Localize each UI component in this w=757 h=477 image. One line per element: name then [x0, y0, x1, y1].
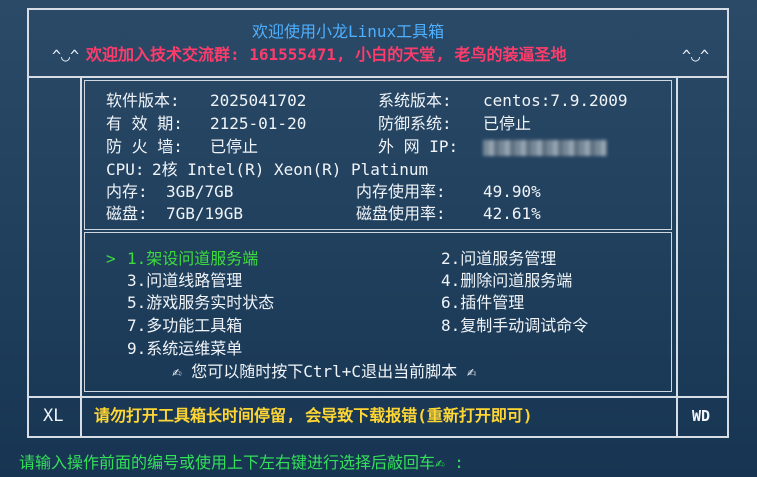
menu-item-8[interactable]: 8.复制手动调试命令 — [441, 316, 588, 336]
external-ip-label: 外 网 IP: — [378, 137, 459, 156]
left-smiley-deco: ^◡^ — [52, 47, 80, 65]
menu-item-9[interactable]: 9.系统运维菜单 — [127, 339, 242, 359]
memory-usage-value: 49.90% — [483, 182, 541, 201]
disk-value: 7GB/19GB — [166, 204, 244, 223]
disk-usage-value: 42.61% — [483, 204, 541, 223]
wd-logo: WD — [692, 407, 711, 425]
menu-item-3[interactable]: 3.问道线路管理 — [127, 271, 242, 291]
cpu-label: CPU: — [106, 160, 145, 179]
memory-usage-label: 内存使用率: — [356, 182, 446, 201]
software-version-value: 2025041702 — [210, 91, 307, 110]
expiry-value: 2125-01-20 — [210, 114, 307, 133]
memory-label: 内存: — [106, 182, 148, 201]
menu-item-6[interactable]: 6.插件管理 — [441, 293, 524, 313]
right-column-divider — [676, 76, 678, 438]
menu-item-2[interactable]: 2.问道服务管理 — [441, 249, 556, 269]
memory-value: 3GB/7GB — [166, 182, 234, 201]
software-version-label: 软件版本: — [106, 91, 180, 110]
firewall-label: 防 火 墙: — [106, 137, 183, 156]
menu-cursor: > — [106, 249, 116, 268]
footer-warning: 请勿打开工具箱长时间停留, 会导致下载报错(重新打开即可) — [94, 406, 533, 425]
disk-usage-label: 磁盘使用率: — [356, 204, 446, 223]
promo-banner: 欢迎加入技术交流群: 161555471, 小白的天堂, 老鸟的装逼圣地 — [86, 45, 567, 64]
expiry-label: 有 效 期: — [106, 114, 183, 133]
header-divider — [27, 76, 729, 78]
external-ip-redacted — [483, 140, 607, 156]
exit-hint: ✍ 您可以随时按下Ctrl+C退出当前脚本 ✍ — [172, 362, 477, 381]
firewall-value: 已停止 — [210, 137, 259, 156]
menu-item-4[interactable]: 4.删除问道服务端 — [441, 271, 572, 291]
input-prompt[interactable]: 请输入操作前面的编号或使用上下左右键进行选择后敲回车✍ : — [19, 453, 464, 473]
right-smiley-deco: ^◡^ — [682, 47, 710, 65]
system-version-label: 系统版本: — [378, 91, 452, 110]
defense-value: 已停止 — [483, 114, 532, 133]
xl-logo: XL — [43, 406, 64, 426]
system-version-value: centos:7.9.2009 — [483, 91, 628, 110]
defense-label: 防御系统: — [378, 114, 452, 133]
page-title: 欢迎使用小龙Linux工具箱 — [252, 22, 445, 41]
left-column-divider — [80, 76, 82, 438]
menu-item-7[interactable]: 7.多功能工具箱 — [127, 316, 242, 336]
footer-divider — [27, 396, 729, 398]
menu-item-5[interactable]: 5.游戏服务实时状态 — [127, 293, 274, 313]
disk-label: 磁盘: — [106, 204, 148, 223]
menu-item-1[interactable]: 1.架设问道服务端 — [127, 249, 258, 269]
cpu-value: 2核 Intel(R) Xeon(R) Platinum — [152, 160, 429, 179]
